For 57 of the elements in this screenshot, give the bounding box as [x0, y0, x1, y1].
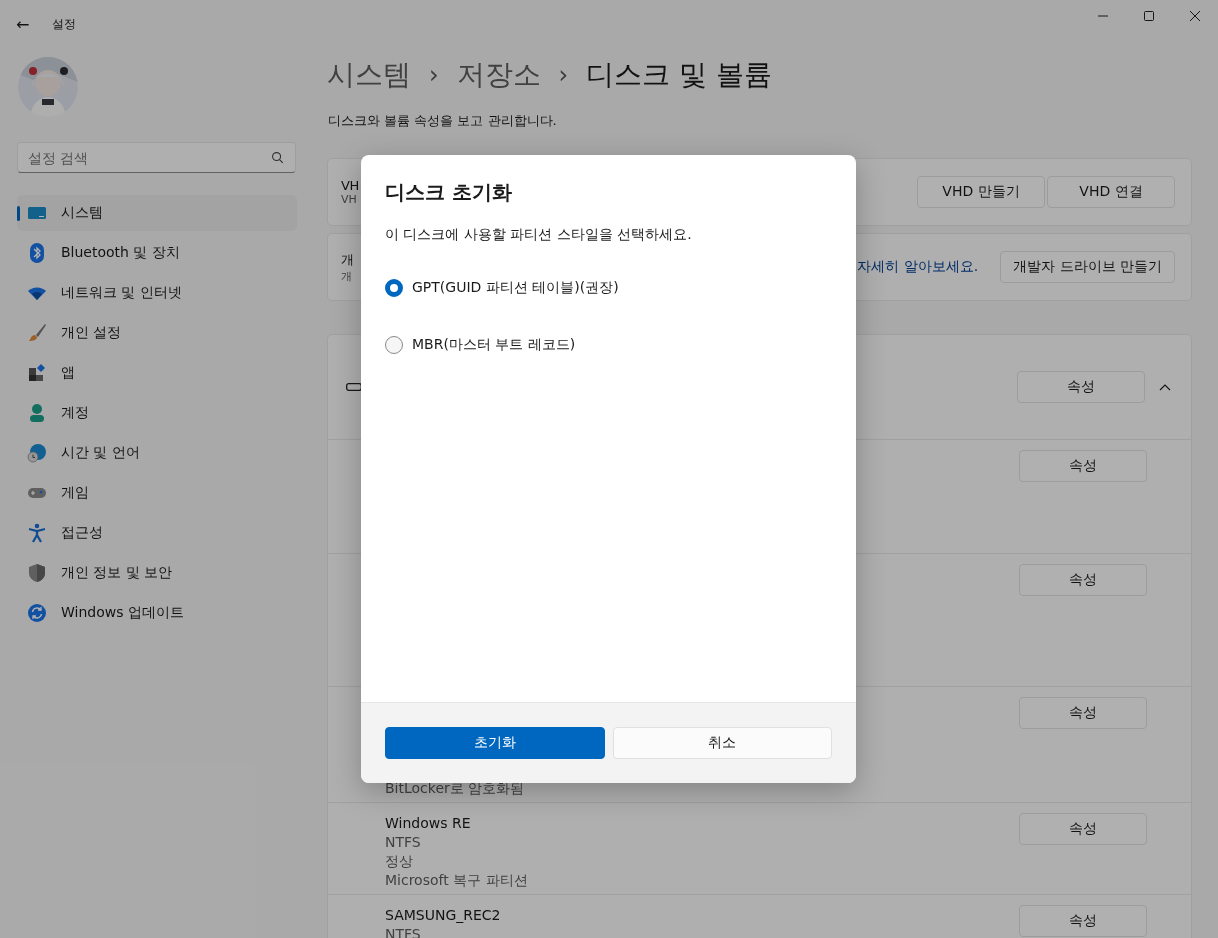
radio-option[interactable]: GPT(GUID 파티션 테이블)(권장)	[385, 274, 832, 302]
sidebar-item[interactable]: 계정	[17, 395, 297, 431]
bluetooth-icon	[27, 243, 47, 263]
initialize-button[interactable]: 초기화	[385, 727, 605, 759]
card-subtitle: 개	[341, 268, 353, 284]
breadcrumb-link[interactable]: 저장소	[456, 56, 541, 94]
update-icon	[27, 603, 47, 623]
properties-button[interactable]: 속성	[1017, 371, 1145, 403]
search-icon	[271, 151, 284, 164]
page-title: 디스크 및 볼륨	[586, 57, 773, 93]
drive-icon	[346, 383, 362, 391]
dialog-message: 이 디스크에 사용할 파티션 스타일을 선택하세요.	[385, 226, 693, 244]
properties-button[interactable]: 속성	[1019, 813, 1147, 845]
apps-icon	[27, 363, 47, 383]
sidebar-item[interactable]: 네트워크 및 인터넷	[17, 275, 297, 311]
volume-name: SAMSUNG_REC2	[385, 906, 501, 925]
breadcrumb-separator: ›	[558, 61, 569, 89]
radio-button[interactable]	[385, 279, 403, 297]
sidebar-item[interactable]: Windows 업데이트	[17, 595, 297, 631]
sidebar-item[interactable]: Bluetooth 및 장치	[17, 235, 297, 271]
properties-button[interactable]: 속성	[1019, 564, 1147, 596]
sidebar-item[interactable]: 개인 설정	[17, 315, 297, 351]
learn-more-link[interactable]: 자세히 알아보세요.	[857, 258, 979, 276]
volume-detail: BitLocker로 암호화됨	[385, 779, 525, 797]
globe-clock-icon	[27, 443, 47, 463]
card-button[interactable]: 개발자 드라이브 만들기	[1000, 251, 1175, 283]
properties-button[interactable]: 속성	[1019, 905, 1147, 937]
properties-button[interactable]: 속성	[1019, 450, 1147, 482]
search-field[interactable]: 설정 검색	[17, 142, 296, 173]
sidebar-item[interactable]: 앱	[17, 355, 297, 391]
properties-button[interactable]: 속성	[1019, 697, 1147, 729]
volume-name: Windows RE	[385, 814, 472, 833]
volume-detail: Microsoft 복구 파티션	[385, 871, 528, 890]
radio-option[interactable]: MBR(마스터 부트 레코드)	[385, 331, 832, 359]
shield-icon	[27, 563, 47, 583]
back-button[interactable]: ←	[16, 14, 32, 34]
sidebar-item[interactable]: 개인 정보 및 보안	[17, 555, 297, 591]
cancel-button[interactable]: 취소	[612, 727, 832, 759]
window-title: 설정	[52, 15, 76, 33]
person-icon	[27, 403, 47, 423]
sidebar-item[interactable]: 접근성	[17, 515, 297, 551]
brush-icon	[27, 323, 47, 343]
sidebar-item[interactable]: 시간 및 언어	[17, 435, 297, 471]
volume-detail: NTFS	[385, 833, 422, 852]
volume-detail: 정상	[385, 852, 414, 871]
sidebar-item[interactable]: 게임	[17, 475, 297, 511]
chevron-icon[interactable]	[1159, 383, 1171, 391]
card-button[interactable]: VHD 연결	[1047, 176, 1175, 208]
card-title: 개	[341, 250, 355, 269]
card-button[interactable]: VHD 만들기	[917, 176, 1045, 208]
radio-button[interactable]	[385, 336, 403, 354]
accessibility-icon	[27, 523, 47, 543]
page-description: 디스크와 볼륨 속성을 보고 관리합니다.	[328, 112, 558, 130]
sidebar-item[interactable]: 시스템	[17, 195, 297, 231]
dialog-title: 디스크 초기화	[385, 179, 513, 206]
breadcrumb-link[interactable]: 시스템	[327, 56, 411, 94]
breadcrumb-separator: ›	[429, 61, 439, 89]
